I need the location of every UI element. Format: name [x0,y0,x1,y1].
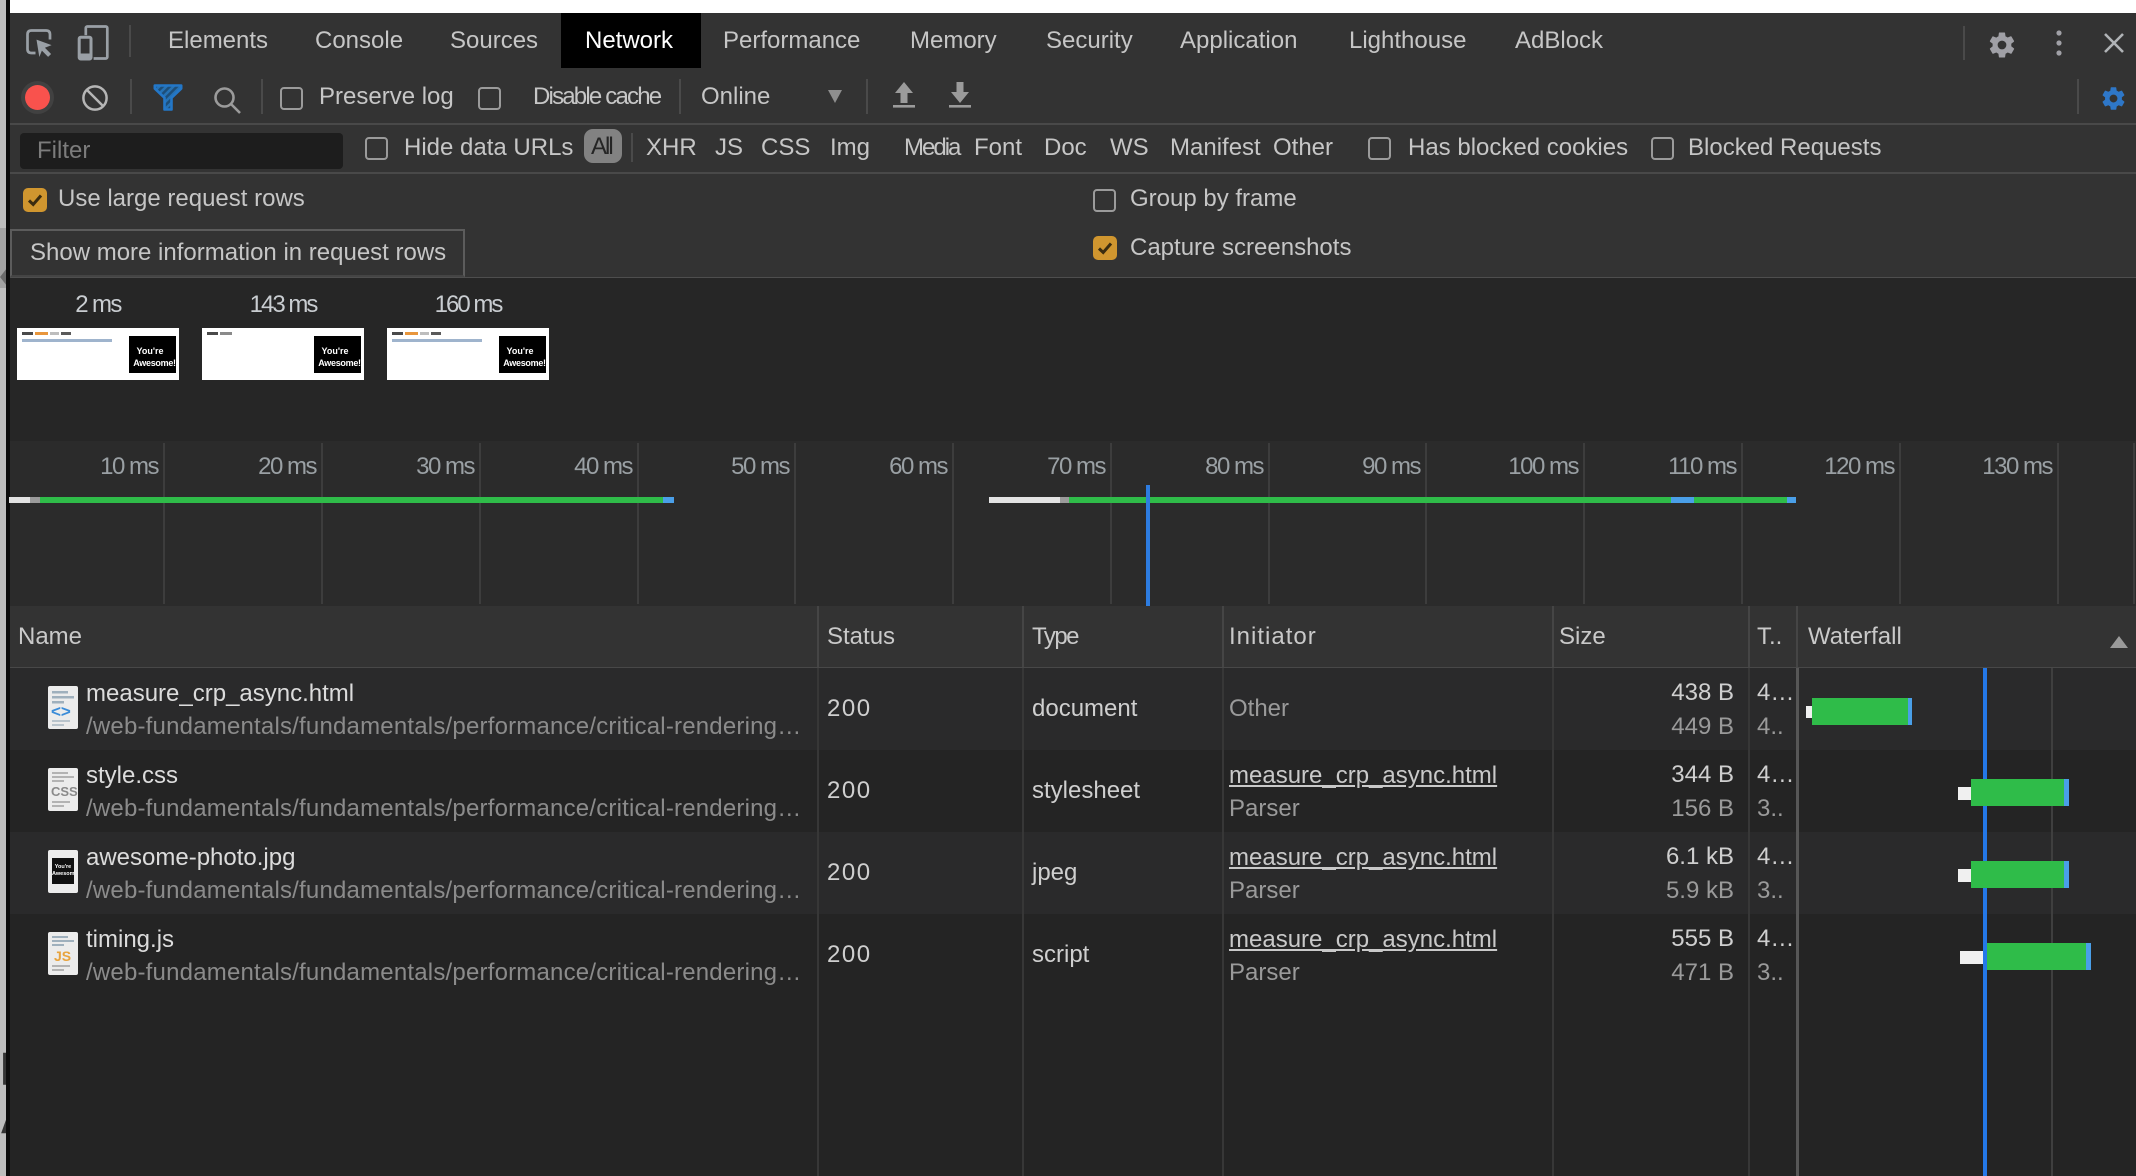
svg-text:JS: JS [54,948,71,964]
svg-text:<>: <> [51,702,71,721]
svg-text:CSS: CSS [51,784,78,799]
